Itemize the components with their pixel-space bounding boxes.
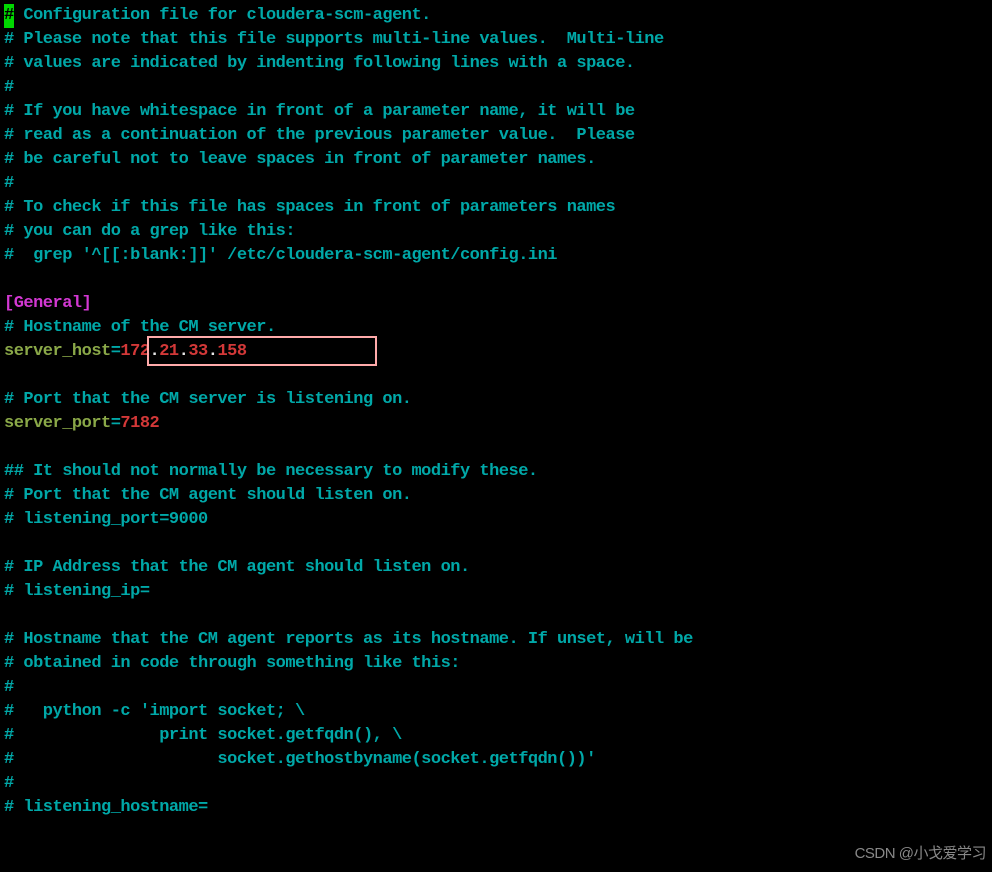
- blank-line: [4, 436, 988, 460]
- config-line: # To check if this file has spaces in fr…: [4, 196, 988, 220]
- terminal-editor[interactable]: # Configuration file for cloudera-scm-ag…: [4, 4, 988, 820]
- config-line: #: [4, 172, 988, 196]
- cursor: #: [4, 4, 14, 28]
- config-line: # Please note that this file supports mu…: [4, 28, 988, 52]
- blank-line: [4, 268, 988, 292]
- server-port-line: server_port=7182: [4, 412, 988, 436]
- config-line: # python -c 'import socket; \: [4, 700, 988, 724]
- config-line: # be careful not to leave spaces in fron…: [4, 148, 988, 172]
- blank-line: [4, 604, 988, 628]
- config-line: ## It should not normally be necessary t…: [4, 460, 988, 484]
- config-line: # grep '^[[:blank:]]' /etc/cloudera-scm-…: [4, 244, 988, 268]
- config-line: # Configuration file for cloudera-scm-ag…: [4, 4, 988, 28]
- config-line: # socket.gethostbyname(socket.getfqdn())…: [4, 748, 988, 772]
- config-line: #: [4, 772, 988, 796]
- config-line: # Hostname of the CM server.: [4, 316, 988, 340]
- config-line: # If you have whitespace in front of a p…: [4, 100, 988, 124]
- config-line: # Port that the CM agent should listen o…: [4, 484, 988, 508]
- config-line: # listening_port=9000: [4, 508, 988, 532]
- config-line: # Port that the CM server is listening o…: [4, 388, 988, 412]
- config-line: # listening_hostname=: [4, 796, 988, 820]
- config-line: # values are indicated by indenting foll…: [4, 52, 988, 76]
- watermark: CSDN @小戈爱学习: [855, 842, 986, 866]
- section-header: [General]: [4, 292, 988, 316]
- config-line: # print socket.getfqdn(), \: [4, 724, 988, 748]
- config-line: # obtained in code through something lik…: [4, 652, 988, 676]
- server-host-line: server_host=172.21.33.158: [4, 340, 988, 364]
- config-line: # you can do a grep like this:: [4, 220, 988, 244]
- config-line: # read as a continuation of the previous…: [4, 124, 988, 148]
- config-line: # Hostname that the CM agent reports as …: [4, 628, 988, 652]
- config-line: # IP Address that the CM agent should li…: [4, 556, 988, 580]
- config-line: # listening_ip=: [4, 580, 988, 604]
- blank-line: [4, 532, 988, 556]
- blank-line: [4, 364, 988, 388]
- config-line: #: [4, 76, 988, 100]
- config-line: #: [4, 676, 988, 700]
